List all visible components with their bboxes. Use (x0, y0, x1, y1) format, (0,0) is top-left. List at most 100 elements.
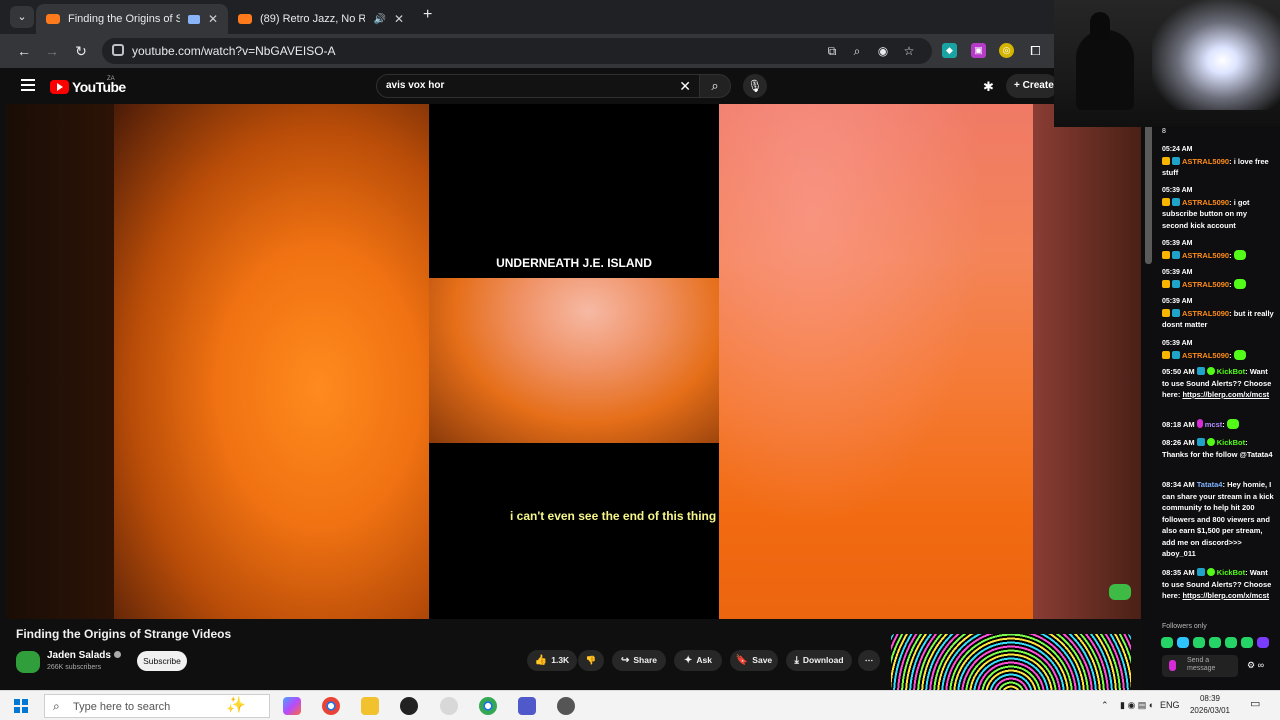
site-info-icon[interactable] (112, 44, 124, 56)
channel-avatar[interactable] (16, 651, 40, 673)
emote-icon (1257, 637, 1269, 648)
tab-title: (89) Retro Jazz, No Rush Tonight (260, 13, 366, 25)
download-icon: ⤓ (794, 655, 799, 666)
media-casting-icon (187, 14, 200, 24)
emote-icon (1209, 637, 1221, 648)
search-input[interactable]: avis vox hor ✕ (376, 74, 700, 98)
search-query[interactable]: avis vox hor (386, 80, 444, 91)
emote-icon (1233, 278, 1246, 289)
download-button[interactable]: ⤓ Download (786, 650, 852, 671)
chat-link[interactable]: https://blerp.com/x/mcst (1182, 390, 1269, 399)
extension-yellow-icon[interactable]: ◎ (999, 43, 1014, 58)
search-icon[interactable]: ⌕ (699, 74, 731, 98)
chat-message: 08:18 AM mcst: (1162, 419, 1274, 431)
chat-count: 8 (1162, 128, 1166, 135)
language-indicator[interactable]: ENG (1160, 700, 1180, 710)
menu-icon[interactable] (21, 79, 35, 91)
dislike-button[interactable]: 👎 (578, 650, 604, 671)
emote-icon (1233, 349, 1246, 360)
address-bar[interactable]: youtube.com/watch?v=NbGAVEISO-A ⧉ ⌕ ◉ ☆ (102, 38, 932, 64)
zoom-icon[interactable]: ⌕ (849, 43, 865, 59)
thumbs-down-icon: 👎 (585, 655, 597, 665)
obs-studio-icon[interactable] (400, 697, 418, 715)
save-button[interactable]: 🔖 Save (730, 650, 778, 671)
close-tab-icon[interactable]: ✕ (394, 12, 404, 26)
speaker-icon[interactable]: 🔊 (373, 14, 385, 25)
chrome-profile-icon[interactable] (479, 697, 497, 715)
video-frame-center (429, 278, 719, 443)
chat-message: 08:34 AM Tatata4: Hey homie, I can share… (1162, 480, 1274, 558)
tray-overflow-icon[interactable]: ⌃ (1101, 700, 1109, 711)
teams-icon[interactable] (518, 697, 536, 715)
chat-message: 05:39 AM ASTRAL5090: i got subscribe but… (1162, 187, 1250, 230)
video-frame-far-right (1033, 104, 1141, 619)
extension-screen-icon[interactable]: ▣ (971, 43, 986, 58)
channel-name[interactable]: Jaden Salads (47, 650, 121, 661)
back-arrow-icon[interactable]: ← (14, 41, 34, 61)
subscriber-count: 266K subscribers (47, 664, 102, 671)
extension-translate-icon[interactable]: ◆ (942, 43, 957, 58)
chat-settings-icon[interactable]: ⚙ ∞ (1247, 660, 1264, 671)
emote-icon (1226, 419, 1239, 429)
url-text[interactable]: youtube.com/watch?v=NbGAVEISO-A (132, 44, 336, 58)
chrome-icon[interactable] (322, 697, 340, 715)
more-dots-icon: ⋯ (864, 655, 874, 665)
browser-tab-active[interactable]: Finding the Origins of Strange Videos ✕ (36, 4, 228, 34)
taskbar-clock[interactable]: 08:39 2026/03/01 (1186, 693, 1234, 717)
subscribe-button[interactable]: Subscribe (137, 651, 187, 671)
followers-only-notice: Followers only (1162, 623, 1207, 630)
youtube-play-icon (50, 80, 69, 94)
notification-icon[interactable]: ▭ (1250, 697, 1260, 710)
chat-scrollbar[interactable] (1145, 124, 1152, 264)
taskbar-search-placeholder: Type here to search (73, 701, 171, 713)
browser-tab-second[interactable]: (89) Retro Jazz, No Rush Tonight 🔊 ✕ (228, 4, 414, 34)
create-button[interactable]: + Create (1006, 74, 1058, 98)
windows-taskbar: ⌕ Type here to search ✨ ⌃ ▮ ◉ ▤ ◐ ENG 08… (0, 690, 1280, 720)
sparkle-search-icon[interactable]: ✨ (226, 697, 246, 715)
chat-message: 05:24 AM ASTRAL5090: i love free stuff (1162, 146, 1269, 177)
app-sphere-icon[interactable] (440, 697, 458, 715)
microphone-icon[interactable]: 🎙 (743, 74, 767, 98)
extensions-puzzle-icon[interactable]: ⧠ (1028, 43, 1043, 58)
install-app-icon[interactable]: ⧉ (824, 43, 840, 59)
bookmark-star-icon[interactable]: ☆ (901, 43, 917, 59)
tray-icons[interactable]: ▮ ◉ ▤ ◐ (1120, 700, 1154, 711)
extension-gear-icon[interactable]: ✱ (983, 79, 994, 95)
stream-chat-overlay: 8 05:24 AM ASTRAL5090: i love free stuff… (1141, 104, 1280, 690)
tab-search-menu-button[interactable]: ⌄ (10, 6, 34, 28)
ask-button[interactable]: ✦ Ask (674, 650, 722, 671)
share-button[interactable]: ↪ Share (612, 650, 666, 671)
reload-icon[interactable]: ↻ (71, 41, 91, 61)
close-tab-icon[interactable]: ✕ (208, 12, 218, 26)
more-actions-button[interactable]: ⋯ (858, 650, 880, 671)
file-explorer-icon[interactable] (361, 697, 379, 715)
copilot-icon[interactable] (283, 697, 301, 715)
video-player[interactable]: UNDERNEATH J.E. ISLAND i can't even see … (6, 104, 1141, 619)
emote-icon (1161, 637, 1173, 648)
windows-start-icon[interactable] (14, 699, 28, 713)
app-gray-icon[interactable] (557, 697, 575, 715)
youtube-favicon-icon (46, 14, 60, 24)
webcam-light-glare (1152, 0, 1280, 110)
thumbs-up-icon: 👍 (534, 655, 548, 666)
clear-search-icon[interactable]: ✕ (679, 78, 691, 95)
webcam-overlay (1054, 0, 1280, 127)
recommended-video-thumbnail[interactable] (891, 634, 1131, 690)
video-title: Finding the Origins of Strange Videos (16, 627, 232, 641)
sparkle-icon: ✦ (684, 655, 693, 666)
chat-message: 05:39 AM ASTRAL5090: but it really dosnt… (1162, 298, 1274, 329)
video-frame-right (719, 104, 1033, 619)
user-badge-icon (1169, 660, 1176, 671)
new-tab-button[interactable]: + (423, 6, 432, 24)
video-frame-far-left (6, 104, 114, 619)
like-button[interactable]: 👍 1.3K (527, 650, 577, 671)
chat-input-placeholder: Send a message (1187, 657, 1216, 672)
chat-link[interactable]: https://blerp.com/x/mcst (1182, 591, 1269, 600)
youtube-favicon-icon (238, 14, 252, 24)
search-icon: ⌕ (53, 699, 60, 713)
emote-bar[interactable] (1161, 637, 1269, 648)
chat-message: 05:39 AM ASTRAL5090: (1162, 338, 1274, 361)
verified-icon (113, 651, 121, 658)
tracking-eye-icon[interactable]: ◉ (875, 43, 891, 59)
forward-arrow-icon[interactable]: → (42, 41, 62, 61)
